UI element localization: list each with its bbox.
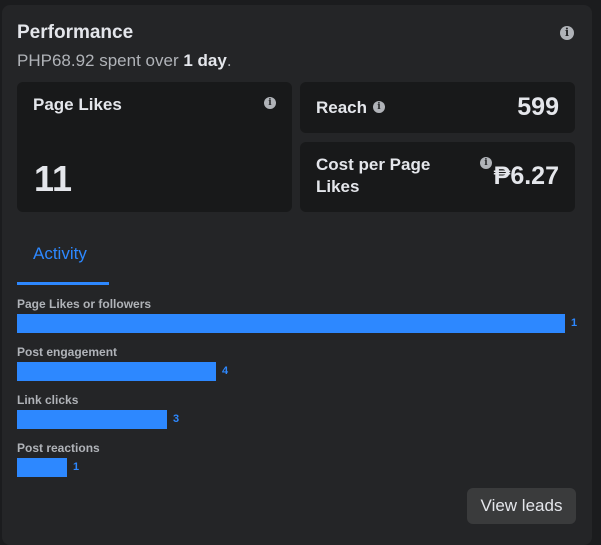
spend-summary: PHP68.92 spent over 1 day. (17, 51, 232, 71)
info-icon[interactable]: i (480, 157, 492, 169)
bar-label: Post engagement (17, 345, 118, 359)
page-likes-value: 11 (34, 158, 73, 199)
info-icon[interactable]: i (264, 97, 276, 109)
info-icon[interactable]: i (560, 26, 574, 40)
bar-count: 1 (571, 317, 578, 329)
activity-bar (17, 362, 216, 381)
reach-card: Reach i 599 (300, 82, 575, 133)
spent-period: 1 day (183, 51, 227, 70)
performance-panel: Performance i PHP68.92 spent over 1 day.… (2, 5, 592, 545)
tab-activity[interactable]: Activity (17, 233, 109, 285)
bar-label: Post reactions (17, 441, 100, 455)
activity-bar (17, 314, 565, 333)
cost-label-line2: Likes (316, 177, 360, 196)
spent-middle-text: spent over (94, 51, 184, 70)
cost-per-page-like-value: ₱6.27 (493, 162, 559, 190)
bar-label: Page Likes or followers (17, 297, 152, 311)
bar-count: 1 (73, 461, 80, 473)
page-likes-card: Page Likes i 11 (17, 82, 292, 212)
info-icon[interactable]: i (373, 101, 385, 113)
spent-end-text: . (226, 51, 232, 70)
activity-bar (17, 410, 167, 429)
cost-per-page-like-card: Cost per Page Likes i ₱6.27 (300, 142, 575, 212)
reach-value: 599 (517, 93, 559, 121)
cost-per-page-like-label: Cost per Page Likes (316, 154, 430, 198)
view-leads-button[interactable]: View leads (467, 488, 576, 524)
tab-activity-label: Activity (33, 244, 87, 263)
bar-count: 3 (173, 413, 180, 425)
panel-title: Performance (17, 22, 134, 43)
activity-bar (17, 458, 67, 477)
bar-count: 4 (222, 365, 229, 377)
spent-amount: PHP68.92 (17, 51, 95, 70)
bar-label: Link clicks (17, 393, 79, 407)
page-likes-label: Page Likes (33, 95, 122, 114)
cost-label-line1: Cost per Page (316, 155, 431, 174)
reach-label: Reach (316, 98, 368, 117)
